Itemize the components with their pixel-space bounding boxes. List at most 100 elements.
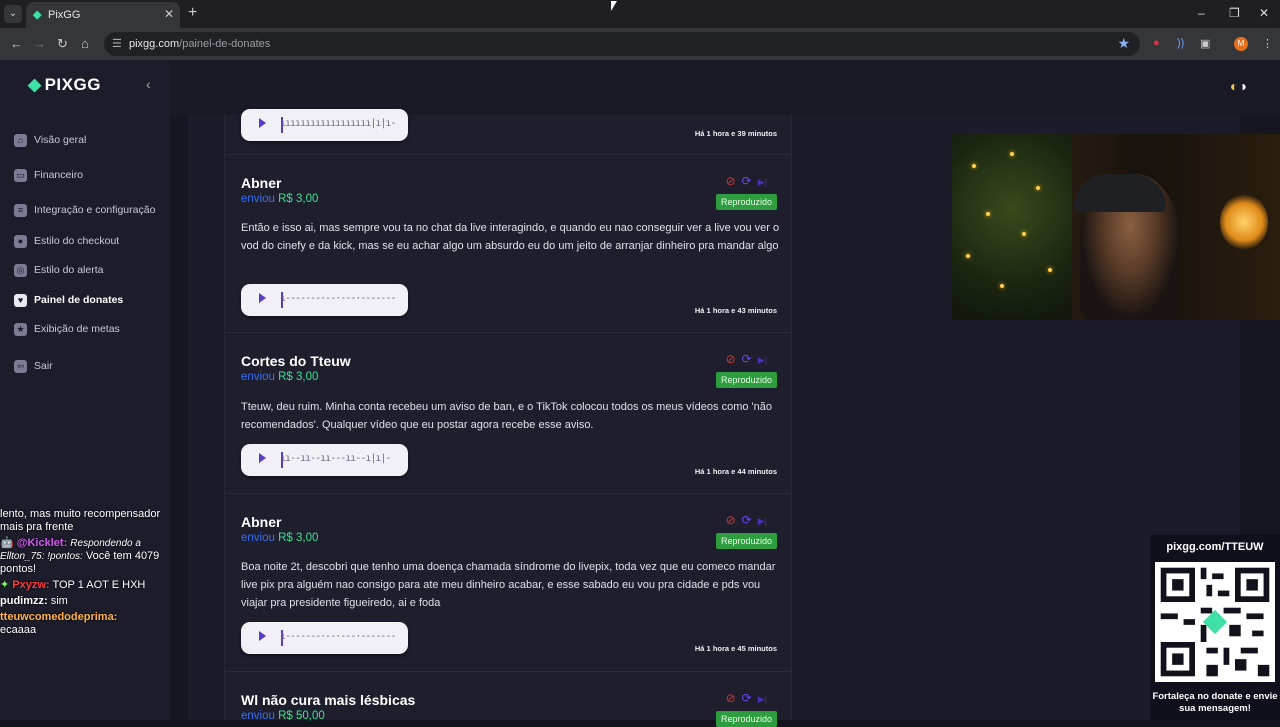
- sparkle-badge-icon: ✦: [0, 579, 10, 591]
- donation-actions: ⊘ ⟳ ▶|: [726, 352, 767, 366]
- wallet-icon: ▭: [14, 168, 27, 182]
- donation-actions: ⊘ ⟳ ▶|: [726, 513, 767, 527]
- chat-message: ✦ Pxyzw: TOP 1 AOT E HXH: [0, 579, 146, 591]
- status-badge: Reproduzido: [715, 711, 777, 727]
- donate-icon: ♥: [14, 293, 27, 307]
- donation-message: Tteuw, deu ruim. Minha conta recebeu um …: [241, 401, 773, 431]
- window-close-button[interactable]: ✕: [1259, 6, 1269, 20]
- sidebar-item-estilo-alerta[interactable]: ◎ Estilo do alerta: [14, 262, 103, 278]
- chat-message: 🤖 @Kicklet: Respondendo a Ellton_75: !po…: [0, 537, 160, 575]
- donation-time: Há 1 hora e 45 minutos: [694, 644, 777, 653]
- status-badge: Reproduzido: [715, 372, 777, 388]
- profile-avatar[interactable]: M: [1234, 37, 1248, 51]
- site-info-icon[interactable]: ☰: [112, 37, 122, 50]
- play-icon[interactable]: [259, 293, 266, 303]
- tree-light: [972, 164, 976, 168]
- pixgg-favicon-icon: ◆: [33, 9, 42, 21]
- waveform[interactable]: ı-------·--·---·-------: [280, 293, 396, 304]
- extension-red-icon[interactable]: ●: [1153, 37, 1160, 49]
- donor-name: Abner: [241, 514, 282, 530]
- donation-card: Wl não cura mais lésbicas enviou R$ 50,0…: [225, 672, 793, 727]
- collapse-sidebar-icon[interactable]: ‹: [146, 76, 151, 92]
- waveform[interactable]: ı-------·--·---·-------: [280, 631, 396, 642]
- donations-feed: ıııııııııııııııııı|ı|ı- Há 1 hora e 39 m…: [224, 109, 793, 727]
- donation-time: Há 1 hora e 44 minutos: [694, 467, 777, 476]
- top-bar: [170, 60, 1280, 115]
- ban-icon[interactable]: ⊘: [726, 352, 736, 366]
- ban-icon[interactable]: ⊘: [726, 691, 736, 705]
- skip-icon[interactable]: ▶|: [758, 516, 767, 526]
- chat-message: lento, mas muito recompensador mais pra …: [0, 508, 161, 533]
- back-icon[interactable]: ←: [10, 36, 23, 51]
- sidebar-item-exibicao-metas[interactable]: ★ Exibição de metas: [14, 321, 120, 337]
- moon-icon: ◑: [1238, 78, 1247, 94]
- chat-message: tteuwcomedodeprima: ecaaaa: [0, 611, 118, 636]
- waveform[interactable]: ıııııııııııııııııı|ı|ı-: [280, 118, 396, 129]
- sidebar-item-painel-donates[interactable]: ♥ Painel de donates: [14, 292, 123, 308]
- palette-icon: ●: [14, 234, 27, 248]
- christmas-tree-image: [952, 134, 1072, 320]
- bookmark-star-icon[interactable]: ★: [1117, 35, 1130, 52]
- mouse-cursor-icon: [611, 1, 617, 11]
- tree-light: [1048, 268, 1052, 272]
- tab-title: PixGG: [48, 9, 81, 21]
- extension-wave-icon[interactable]: )): [1177, 37, 1184, 49]
- chat-overlay: lento, mas muito recompensador mais pra …: [0, 508, 170, 640]
- donation-actions: ⊘ ⟳ ▶|: [726, 174, 767, 188]
- donation-amount: enviou R$ 3,00: [241, 532, 319, 544]
- browser-tab[interactable]: ◆ PixGG ✕: [26, 2, 180, 28]
- tree-light: [1022, 232, 1026, 236]
- donation-time: Há 1 hora e 43 minutos: [694, 306, 777, 315]
- extensions-puzzle-icon[interactable]: ▣: [1200, 37, 1210, 50]
- donor-name: Cortes do Tteuw: [241, 353, 351, 369]
- tab-close-icon[interactable]: ✕: [164, 7, 174, 21]
- replay-icon[interactable]: ⟳: [742, 174, 752, 188]
- tree-light: [1000, 284, 1004, 288]
- ban-icon[interactable]: ⊘: [726, 513, 736, 527]
- replay-icon[interactable]: ⟳: [742, 513, 752, 527]
- home-button-icon[interactable]: ⌂: [81, 36, 89, 51]
- status-badge: Reproduzido: [715, 533, 777, 549]
- waveform[interactable]: ıı--ıı--ıı---ıı--ı|ı|-: [280, 453, 396, 464]
- settings-icon: ≡: [14, 203, 27, 217]
- streamer-cap: [1074, 174, 1166, 212]
- skip-icon[interactable]: ▶|: [758, 694, 767, 704]
- sidebar-item-estilo-checkout[interactable]: ● Estilo do checkout: [14, 233, 119, 249]
- audio-player[interactable]: ıı--ıı--ıı---ıı--ı|ı|-: [241, 444, 408, 476]
- audio-player[interactable]: ı-------·--·---·-------: [241, 622, 408, 654]
- ban-icon[interactable]: ⊘: [726, 174, 736, 188]
- tree-light: [1010, 152, 1014, 156]
- donation-card: Abner enviou R$ 3,00 ⊘ ⟳ ▶| Reproduzido Bo…: [225, 494, 793, 672]
- donation-card: ıııııııııııııııııı|ı|ı- Há 1 hora e 39 m…: [225, 109, 793, 155]
- minimize-button[interactable]: –: [1198, 6, 1205, 20]
- replay-icon[interactable]: ⟳: [742, 352, 752, 366]
- sidebar-item-financeiro[interactable]: ▭ Financeiro: [14, 167, 83, 183]
- audio-player[interactable]: ı-------·--·---·-------: [241, 284, 408, 316]
- donation-amount: enviou R$ 3,00: [241, 193, 319, 205]
- address-bar[interactable]: ☰ pixgg.com/painel-de-donates ★: [104, 32, 1140, 56]
- new-tab-button[interactable]: +: [188, 4, 197, 22]
- sidebar-item-integracao[interactable]: ≡ Integração e configuração: [14, 202, 155, 218]
- sidebar-item-visao-geral[interactable]: ⌂ Visão geral: [14, 132, 86, 148]
- qr-overlay: pixgg.com/TTEUW Fortaleça no donate e en…: [1150, 535, 1280, 720]
- replay-icon[interactable]: ⟳: [742, 691, 752, 705]
- logo-mark-icon: ◆: [28, 75, 42, 94]
- skip-icon[interactable]: ▶|: [758, 355, 767, 365]
- forward-icon[interactable]: →: [33, 36, 46, 51]
- tab-search-button[interactable]: ⌄: [4, 5, 22, 23]
- status-badge: Reproduzido: [715, 194, 777, 210]
- browser-toolbar: ← → ↻ ⌂ ☰ pixgg.com/painel-de-donates ★ …: [0, 28, 1280, 60]
- play-icon[interactable]: [259, 631, 266, 641]
- restore-button[interactable]: ❐: [1229, 6, 1240, 20]
- play-icon[interactable]: [259, 118, 266, 128]
- browser-menu-icon[interactable]: ⋮: [1262, 37, 1273, 50]
- theme-toggle[interactable]: ◐◑: [1230, 78, 1247, 94]
- pixgg-logo[interactable]: ◆ PIXGG: [28, 75, 101, 95]
- reload-icon[interactable]: ↻: [57, 36, 68, 52]
- play-icon[interactable]: [259, 453, 266, 463]
- audio-player[interactable]: ıııııııııııııııııı|ı|ı-: [241, 109, 408, 141]
- sidebar-item-sair[interactable]: ⇦ Sair: [14, 358, 53, 374]
- bot-badge-icon: 🤖: [0, 537, 14, 549]
- qr-url: pixgg.com/TTEUW: [1166, 541, 1264, 553]
- skip-icon[interactable]: ▶|: [758, 177, 767, 187]
